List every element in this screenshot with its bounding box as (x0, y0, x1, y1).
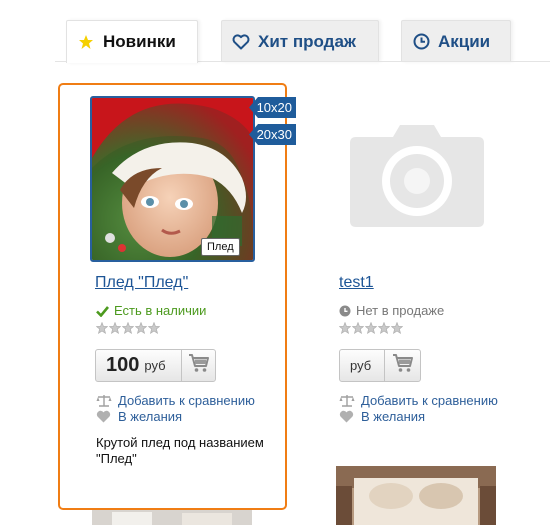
scales-icon (339, 394, 355, 408)
wishlist-label[interactable]: В желания (118, 409, 182, 424)
availability-text: Нет в продаже (356, 303, 445, 318)
product-image[interactable] (336, 466, 496, 525)
star-icon[interactable] (135, 322, 147, 334)
product-image[interactable] (92, 510, 252, 525)
price: руб (340, 350, 385, 381)
clock-icon (412, 33, 430, 51)
price-value: 100 (106, 354, 140, 376)
clock-icon (339, 305, 351, 317)
cart-icon (188, 353, 210, 378)
buy-button[interactable]: руб (339, 349, 421, 382)
rating-stars[interactable] (339, 322, 403, 334)
star-icon[interactable] (339, 322, 351, 334)
add-to-cart-button[interactable] (182, 350, 215, 381)
price-currency: руб (350, 358, 372, 373)
heart-icon (232, 33, 250, 51)
tab-bestsellers[interactable]: Хит продаж (221, 20, 379, 62)
product-description: Крутой плед под названием "Плед" (96, 435, 264, 466)
rating-stars[interactable] (96, 322, 160, 334)
scales-icon (96, 394, 112, 408)
availability-text: Есть в наличии (114, 303, 207, 318)
compare-label[interactable]: Добавить к сравнению (118, 393, 255, 408)
star-icon[interactable] (109, 322, 121, 334)
add-to-compare-link[interactable]: Добавить к сравнению (96, 393, 255, 408)
tab-label: Новинки (103, 32, 176, 51)
star-icon[interactable] (352, 322, 364, 334)
star-icon[interactable] (122, 322, 134, 334)
star-icon[interactable] (378, 322, 390, 334)
product-name-link[interactable]: Плед "Плед" (95, 274, 188, 292)
heart-icon (96, 410, 112, 424)
product-name-link[interactable]: test1 (339, 274, 374, 292)
add-to-wishlist-link[interactable]: В желания (96, 409, 182, 424)
image-caption: Плед (201, 238, 240, 256)
add-to-compare-link[interactable]: Добавить к сравнению (339, 393, 498, 408)
star-icon (77, 33, 95, 51)
star-icon[interactable] (365, 322, 377, 334)
tab-new[interactable]: Новинки (66, 20, 198, 63)
product-image-placeholder[interactable] (338, 97, 496, 259)
tab-promotions[interactable]: Акции (401, 20, 511, 62)
buy-button[interactable]: 100 руб (95, 349, 216, 382)
tab-label: Хит продаж (258, 31, 356, 51)
star-icon[interactable] (148, 322, 160, 334)
compare-label[interactable]: Добавить к сравнению (361, 393, 498, 408)
availability-status: Есть в наличии (96, 303, 206, 318)
wishlist-label[interactable]: В желания (361, 409, 425, 424)
tab-label: Акции (438, 31, 491, 51)
product-tabs: Новинки Хит продаж Акции (0, 0, 550, 63)
checkmark-icon (96, 305, 109, 317)
size-badge[interactable]: 20x30 (249, 124, 296, 145)
heart-icon (339, 410, 355, 424)
size-badge[interactable]: 10x20 (249, 97, 296, 118)
star-icon[interactable] (96, 322, 108, 334)
add-to-cart-button[interactable] (385, 350, 420, 381)
price: 100 руб (96, 350, 182, 381)
cart-icon (392, 353, 414, 378)
availability-status: Нет в продаже (339, 303, 444, 318)
star-icon[interactable] (391, 322, 403, 334)
price-currency: руб (144, 358, 166, 373)
add-to-wishlist-link[interactable]: В желания (339, 409, 425, 424)
